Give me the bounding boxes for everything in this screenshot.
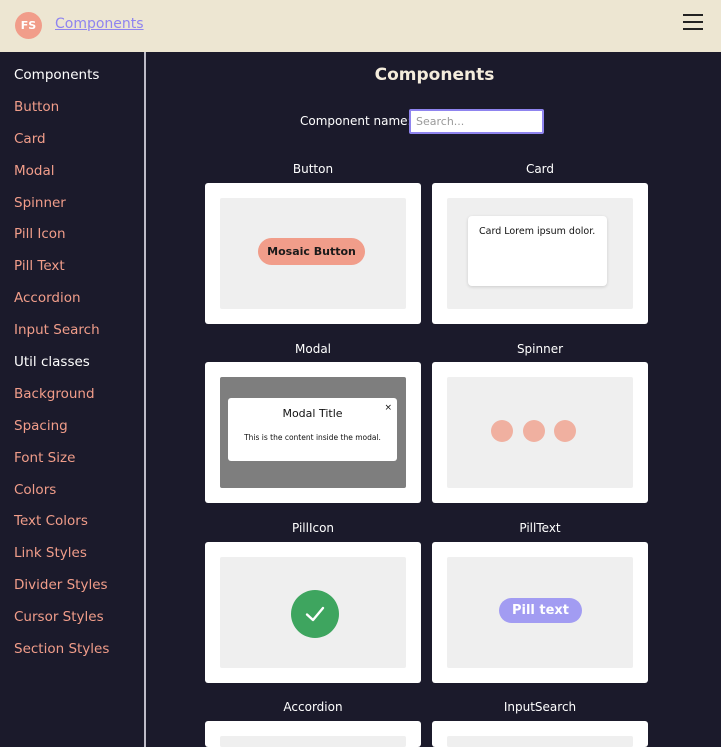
card-label-card: Card <box>525 162 555 176</box>
button-preview: Mosaic Button <box>220 198 406 309</box>
sidebar-item-background[interactable]: Background <box>14 386 95 402</box>
card-label-pill-icon: PillIcon <box>291 521 335 535</box>
pill-text: Pill text <box>499 598 582 623</box>
card-label-spinner: Spinner <box>516 342 564 356</box>
input-search-preview <box>447 736 633 747</box>
sidebar-item-modal[interactable]: Modal <box>14 163 55 179</box>
card-label-button: Button <box>292 162 334 176</box>
sidebar-item-accordion[interactable]: Accordion <box>14 290 81 306</box>
accordion-preview <box>220 736 406 747</box>
sidebar-item-pill-text[interactable]: Pill Text <box>14 258 65 274</box>
sidebar-item-divider-styles[interactable]: Divider Styles <box>14 577 108 593</box>
sample-card: Card Lorem ipsum dolor. <box>468 216 607 286</box>
pill-icon-demo-card[interactable] <box>205 542 421 683</box>
modal-overlay: Modal Title × This is the content inside… <box>220 377 406 488</box>
search-label: Component name: <box>300 114 412 128</box>
sidebar-item-components[interactable]: Components <box>14 67 99 83</box>
sidebar-item-button[interactable]: Button <box>14 99 59 115</box>
sidebar-item-section-styles[interactable]: Section Styles <box>14 641 109 657</box>
card-label-pill-text: PillText <box>519 521 561 535</box>
sidebar-item-spacing[interactable]: Spacing <box>14 418 68 434</box>
pill-icon-preview <box>220 557 406 668</box>
card-demo-card[interactable]: Card Lorem ipsum dolor. <box>432 183 648 324</box>
hamburger-menu-icon[interactable] <box>683 14 703 34</box>
modal-dialog: Modal Title × This is the content inside… <box>228 398 397 461</box>
sidebar-item-cursor-styles[interactable]: Cursor Styles <box>14 609 104 625</box>
card-label-modal: Modal <box>295 342 331 356</box>
spinner-dot <box>491 420 513 442</box>
button-demo-card[interactable]: Mosaic Button <box>205 183 421 324</box>
spinner-preview <box>447 377 633 488</box>
check-icon <box>291 590 339 638</box>
card-label-input-search: InputSearch <box>503 700 577 714</box>
modal-demo-card[interactable]: Modal Title × This is the content inside… <box>205 362 421 503</box>
page-title: Components <box>374 65 495 85</box>
sidebar-item-link-styles[interactable]: Link Styles <box>14 545 87 561</box>
avatar[interactable]: FS <box>15 12 42 39</box>
components-link[interactable]: Components <box>55 16 144 32</box>
search-input[interactable] <box>409 109 544 134</box>
spinner-demo-card[interactable] <box>432 362 648 503</box>
sidebar-item-pill-icon[interactable]: Pill Icon <box>14 226 66 242</box>
input-search-demo-card[interactable] <box>432 721 648 747</box>
sidebar-item-card[interactable]: Card <box>14 131 46 147</box>
pill-text-demo-card[interactable]: Pill text <box>432 542 648 683</box>
sidebar-item-text-colors[interactable]: Text Colors <box>14 513 88 529</box>
sidebar-item-font-size[interactable]: Font Size <box>14 450 75 466</box>
card-preview: Card Lorem ipsum dolor. <box>447 198 633 309</box>
sidebar-item-util-classes[interactable]: Util classes <box>14 354 90 370</box>
modal-content: This is the content inside the modal. <box>244 433 381 442</box>
sidebar-item-input-search[interactable]: Input Search <box>14 322 100 338</box>
close-icon[interactable]: × <box>384 403 392 413</box>
sidebar-item-spinner[interactable]: Spinner <box>14 195 66 211</box>
mosaic-button[interactable]: Mosaic Button <box>258 238 365 265</box>
modal-title: Modal Title <box>282 407 343 420</box>
accordion-demo-card[interactable] <box>205 721 421 747</box>
sidebar-item-colors[interactable]: Colors <box>14 482 56 498</box>
spinner-dot <box>554 420 576 442</box>
pill-text-preview: Pill text <box>447 557 633 668</box>
card-label-accordion: Accordion <box>283 700 343 714</box>
sidebar: Components Button Card Modal Spinner Pil… <box>0 52 146 747</box>
spinner-dot <box>523 420 545 442</box>
top-bar: FS Components <box>0 0 721 52</box>
